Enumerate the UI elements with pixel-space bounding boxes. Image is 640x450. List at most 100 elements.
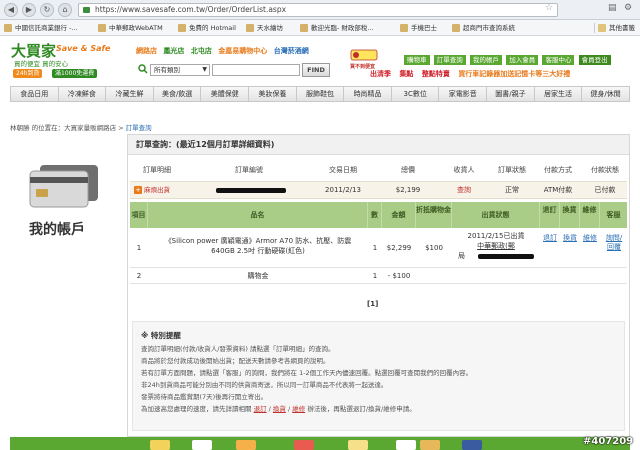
promo-link[interactable]: 買行車記錄器加送記憶卡等三大好禮 <box>458 70 570 78</box>
category-item[interactable]: 3C數位 <box>392 87 440 101</box>
other-bookmarks[interactable]: 其他書籤 <box>598 22 635 34</box>
category-item[interactable]: 服飾鞋包 <box>297 87 345 101</box>
wrench-icon[interactable]: ⚙ <box>624 3 632 13</box>
store-link[interactable]: 台灣菸酒網 <box>274 47 309 55</box>
favicon-icon <box>300 24 308 32</box>
category-item[interactable]: 美食/飲選 <box>154 87 202 101</box>
category-item[interactable]: 冷凍鮮食 <box>59 87 107 101</box>
item-discount: $100 <box>425 244 443 252</box>
item-name[interactable]: 《Silicon power 廣穎電通》Armor A70 防水、抗壓、防震 6… <box>148 236 368 256</box>
column-header: 收貨人 <box>453 166 475 174</box>
footer-icon[interactable] <box>192 440 212 450</box>
credit-card-icon <box>29 165 98 208</box>
table-row: 1 《Silicon power 廣穎電通》Armor A70 防水、抗壓、防震… <box>130 228 627 268</box>
bookmark-item[interactable]: 天水繪坊 <box>246 22 283 34</box>
policy-return-link[interactable]: 退訂 <box>254 405 267 413</box>
order-total: $2,199 <box>395 186 421 194</box>
promo-link[interactable]: 整點特賣 <box>422 70 450 78</box>
free-shipping-badge: 滿1000免運費 <box>52 69 98 78</box>
promo-link[interactable]: 出清季 <box>370 70 391 78</box>
member-nav-logout[interactable]: 會員登出 <box>578 55 611 65</box>
order-table-header: 訂單明細 訂單編號 交易日期 總價 收貨人 訂單狀態 付款方式 付款狀態 <box>128 163 629 177</box>
item-no: 1 <box>136 244 142 252</box>
category-item[interactable]: 時尚精品 <box>344 87 392 101</box>
store-link[interactable]: 金嘉易購物中心 <box>218 47 267 55</box>
notice-line: 若有訂單方面問題，請點選「客服」的詢問，我們將在 1-2個工作天內儘速回覆。點選… <box>141 369 473 377</box>
policy-exchange-link[interactable]: 換貨 <box>273 405 286 413</box>
site-slogan: 買的便宜 買的安心 <box>14 60 69 68</box>
expand-icon: + <box>134 186 142 194</box>
return-link[interactable]: 退訂 <box>543 234 557 243</box>
home-icon[interactable]: ⌂ <box>58 3 72 17</box>
bookmark-item[interactable]: 中華郵政WebATM <box>98 22 163 34</box>
search-button[interactable]: FIND <box>302 63 330 77</box>
member-nav-join[interactable]: 加入會員 <box>506 55 539 65</box>
item-no: 2 <box>136 272 142 280</box>
policy-repair-link[interactable]: 維修 <box>292 405 305 413</box>
browser-toolbar: ◀ ▶ ↻ ⌂ https://www.savesafe.com.tw/Orde… <box>0 0 640 20</box>
bookmark-item[interactable]: 超商門市查詢系統 <box>452 22 515 34</box>
service-link[interactable]: 詢問/ 回覆 <box>602 234 626 252</box>
item-qty: 1 <box>372 272 378 280</box>
column-header: 客服 <box>606 211 621 219</box>
order-date: 2011/2/13 <box>325 186 361 194</box>
footer-icon[interactable] <box>396 440 416 450</box>
footer-icon[interactable] <box>462 440 482 450</box>
store-link[interactable]: 網路店 <box>136 47 157 55</box>
member-nav-service[interactable]: 客服中心 <box>542 55 575 65</box>
category-item[interactable]: 美體保健 <box>201 87 250 101</box>
payment-method: ATM付款 <box>543 186 573 194</box>
footer-icon[interactable] <box>236 440 256 450</box>
address-bar[interactable]: https://www.savesafe.com.tw/Order/OrderL… <box>78 3 558 17</box>
back-icon[interactable]: ◀ <box>4 3 18 17</box>
breadcrumb: 林朝勝 的位置在：大買家量販網路店 > 訂單查詢 <box>10 122 152 132</box>
footer-icon[interactable] <box>420 440 440 450</box>
footer-icon[interactable] <box>294 440 314 450</box>
category-item[interactable]: 健身/休閒 <box>582 87 629 101</box>
member-nav-cart[interactable]: 購物車 <box>404 55 430 65</box>
bookmark-star-icon[interactable]: ☆ <box>545 3 553 13</box>
column-header: 數量 <box>368 202 382 245</box>
category-item[interactable]: 居家生活 <box>535 87 583 101</box>
bookmark-item[interactable]: 歡迎光臨- 財政部稅... <box>300 22 374 34</box>
favicon-icon <box>98 24 106 32</box>
reload-icon[interactable]: ↻ <box>40 3 54 17</box>
category-item[interactable]: 美妝保養 <box>249 87 297 101</box>
redacted-order-number <box>216 188 286 193</box>
item-name: 購物金 <box>247 272 269 280</box>
search-input[interactable] <box>212 64 300 76</box>
category-item[interactable]: 圖書/親子 <box>487 87 535 101</box>
bookmark-item[interactable]: 手機巴士 <box>400 22 437 34</box>
notice-box: ※ 特別提醒 查詢訂單明細(付款/收貨人/發票資料) 請點選「訂單明細」的查詢。… <box>132 321 625 431</box>
forward-icon[interactable]: ▶ <box>22 3 36 17</box>
pagination[interactable]: [1] <box>367 300 378 308</box>
member-nav-orders[interactable]: 訂單查詢 <box>433 55 466 65</box>
receiver-query-link[interactable]: 查詢 <box>442 182 486 199</box>
footer-band <box>10 437 630 450</box>
category-item[interactable]: 家電影音 <box>439 87 488 101</box>
bookmark-item[interactable]: 中國信託商業銀行 -... <box>4 22 78 34</box>
breadcrumb-current[interactable]: 訂單查詢 <box>126 124 152 132</box>
footer-icon[interactable] <box>150 440 170 450</box>
member-nav-account[interactable]: 我的帳戶 <box>469 55 502 65</box>
store-link[interactable]: 北屯店 <box>191 47 212 55</box>
promo-badge[interactable]: 買不到便宜 <box>350 49 378 70</box>
exchange-link[interactable]: 換貨 <box>563 234 577 243</box>
page-title: 訂單查詢：(最近12個月訂單詳細資料) <box>128 135 629 155</box>
search-category-select[interactable]: 所有類別 ▼ <box>150 64 210 76</box>
column-header: 訂單編號 <box>235 166 263 174</box>
bookmark-item[interactable]: 免費的 Hotmail <box>178 22 236 34</box>
column-header: 交易日期 <box>329 166 357 174</box>
member-nav: 購物車 訂單查詢 我的帳戶 加入會員 客服中心 會員登出 <box>404 55 613 65</box>
promo-link[interactable]: 集點 <box>399 70 413 78</box>
column-header: 訂單明細 <box>143 166 171 174</box>
favicon-icon <box>246 24 254 32</box>
repair-link[interactable]: 維修 <box>583 234 597 243</box>
category-item[interactable]: 冷藏生鮮 <box>106 87 154 101</box>
page-menu-icon[interactable]: ▤ <box>608 3 617 13</box>
store-link[interactable]: 鳳光店 <box>163 47 184 55</box>
category-item[interactable]: 食品日用 <box>11 87 59 101</box>
breadcrumb-prefix: 林朝勝 的位置在：大買家量販網路店 > <box>10 124 124 132</box>
footer-icon[interactable] <box>348 440 368 450</box>
order-detail-button[interactable]: + 麻煩出貨 <box>134 185 170 196</box>
